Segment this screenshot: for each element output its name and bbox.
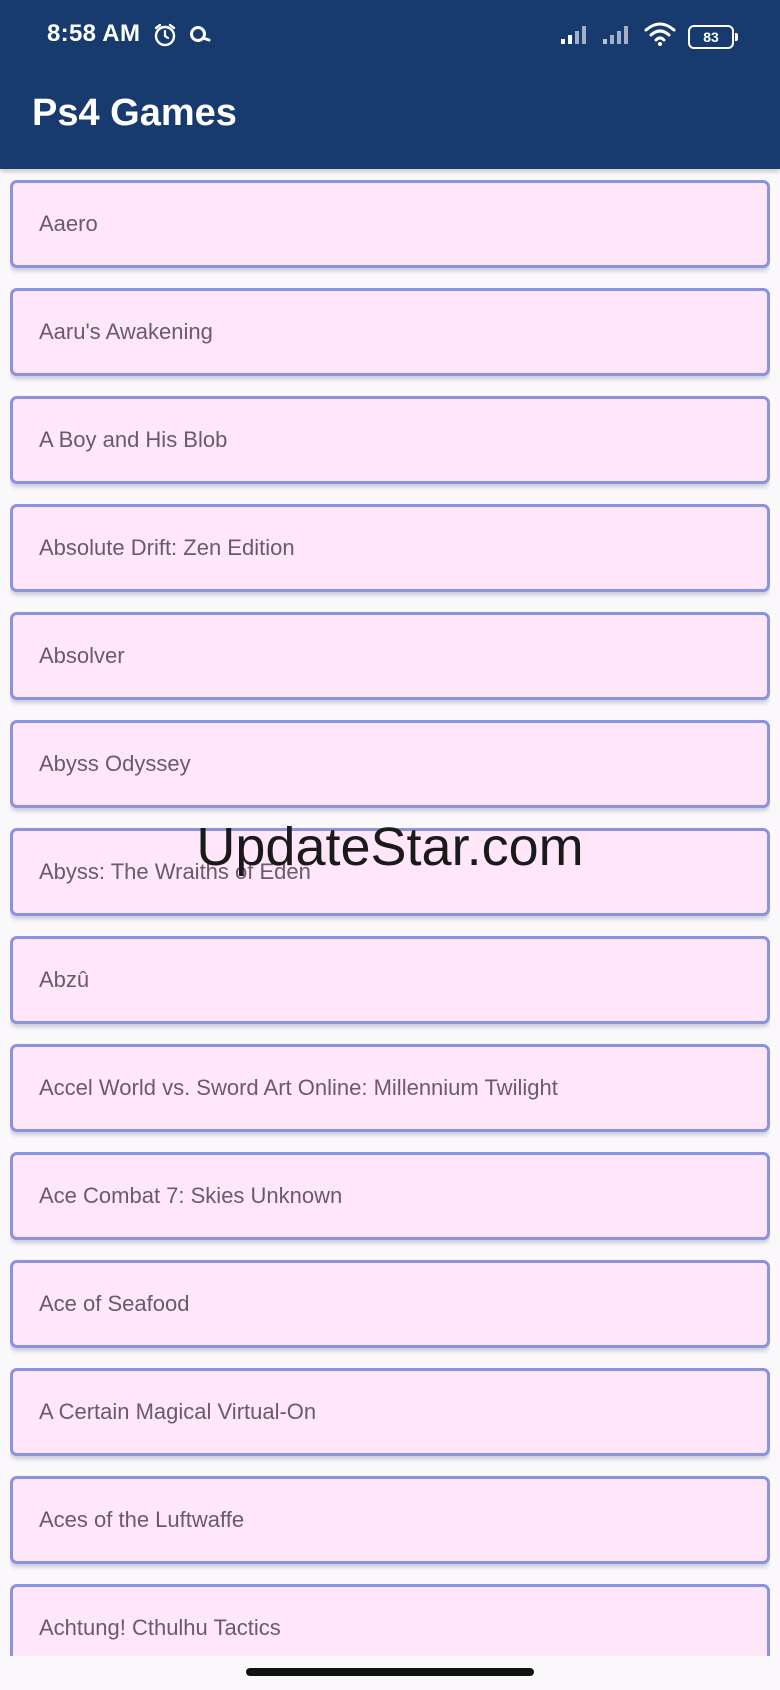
page-title: Ps4 Games [32,92,237,134]
game-title: Abyss: The Wraiths of Eden [39,859,311,884]
game-list-item[interactable]: Achtung! Cthulhu Tactics [10,1584,770,1656]
status-bar: 8:58 AM 83 [0,0,780,72]
game-list-item[interactable]: Abzû [10,936,770,1024]
game-title: Aaero [39,211,98,236]
game-list[interactable]: Aaero Aaru's Awakening A Boy and His Blo… [10,180,770,1656]
game-title: A Boy and His Blob [39,427,228,452]
game-list-item[interactable]: A Certain Magical Virtual-On [10,1368,770,1456]
game-title: Aces of the Luftwaffe [39,1507,245,1532]
search-notification-icon [188,23,212,52]
status-left-icons [152,22,212,53]
home-indicator[interactable] [246,1668,534,1676]
game-title: Aaru's Awakening [39,319,213,344]
game-list-item[interactable]: Ace Combat 7: Skies Unknown [10,1152,770,1240]
game-title: Accel World vs. Sword Art Online: Millen… [39,1075,558,1100]
game-title: Absolute Drift: Zen Edition [39,535,295,560]
game-title: Achtung! Cthulhu Tactics [39,1615,281,1640]
game-title: Ace Combat 7: Skies Unknown [39,1183,343,1208]
game-list-item[interactable]: Absolute Drift: Zen Edition [10,504,770,592]
game-list-item[interactable]: Aces of the Luftwaffe [10,1476,770,1564]
game-list-item[interactable]: Absolver [10,612,770,700]
game-list-item[interactable]: A Boy and His Blob [10,396,770,484]
navigation-bar [0,1656,780,1690]
game-list-item[interactable]: Aaru's Awakening [10,288,770,376]
game-list-item[interactable]: Abyss: The Wraiths of Eden [10,828,770,916]
alarm-icon [152,22,178,53]
game-list-item[interactable]: Ace of Seafood [10,1260,770,1348]
game-title: Abyss Odyssey [39,751,191,776]
game-title: Ace of Seafood [39,1291,190,1316]
game-list-item[interactable]: Accel World vs. Sword Art Online: Millen… [10,1044,770,1132]
game-title: A Certain Magical Virtual-On [39,1399,317,1424]
battery-icon: 83 [688,24,738,49]
status-time: 8:58 AM [47,20,141,47]
game-list-item[interactable]: Aaero [10,180,770,268]
signal-icon [560,23,590,50]
signal-icon [602,23,632,50]
game-title: Abzû [39,967,90,992]
wifi-icon [644,22,676,51]
game-title: Absolver [39,643,125,668]
app-bar: Ps4 Games [0,72,780,169]
status-right-icons: 83 [560,22,738,51]
battery-level: 83 [703,28,719,45]
game-list-item[interactable]: Abyss Odyssey [10,720,770,808]
